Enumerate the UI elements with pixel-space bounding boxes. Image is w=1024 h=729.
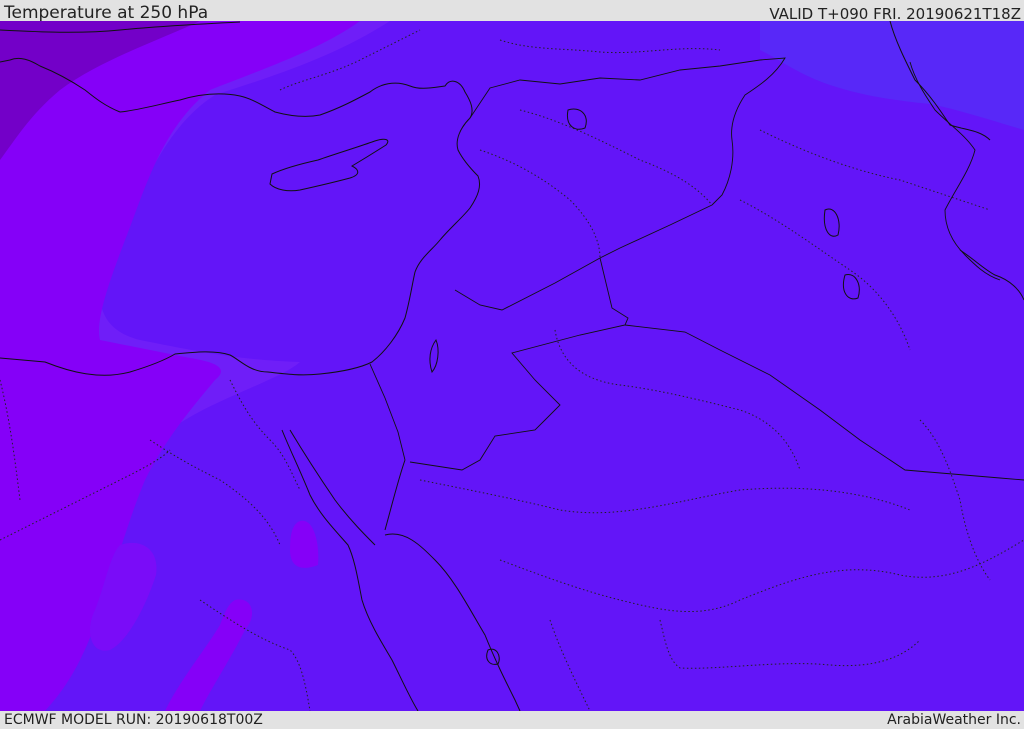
model-run: ECMWF MODEL RUN: 20190618T00Z (4, 712, 263, 728)
credit: ArabiaWeather Inc. (887, 712, 1021, 728)
map-svg (0, 21, 1024, 711)
weather-map[interactable] (0, 21, 1024, 711)
footer-bar: ECMWF MODEL RUN: 20190618T00Z ArabiaWeat… (0, 711, 1024, 729)
header-bar: Temperature at 250 hPa VALID T+090 FRI. … (0, 0, 1024, 23)
map-title: Temperature at 250 hPa (4, 3, 209, 23)
